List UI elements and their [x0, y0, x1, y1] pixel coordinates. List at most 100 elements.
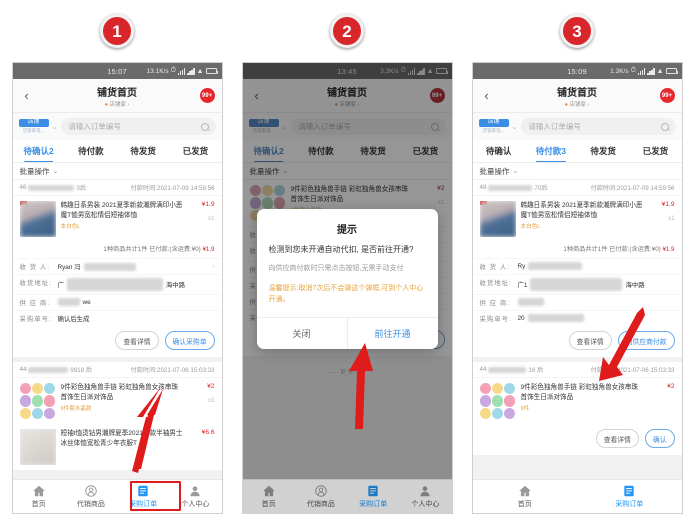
signal-bars-icon	[178, 67, 186, 75]
order-number-prefix: 46	[19, 184, 27, 191]
product-qty: x1	[208, 398, 215, 404]
product-price: ¥1.9	[201, 201, 215, 208]
order-summary-amount: ¥1.9	[202, 246, 215, 253]
order-summary: 1种商品共计1件 已付款:(含运费:¥0) ¥1.9	[473, 242, 682, 258]
order-card: 48 70后 付款时间:2021-07-09 14:59:56 韩趣日系男装 2	[472, 180, 682, 357]
nav-subtitle: ● 店铺家 ›	[564, 101, 590, 108]
tabbar-item-goods[interactable]: 代销商品	[65, 480, 117, 513]
order-card-header: 46 3后 付款时间:2021-07-09 14:59:56	[12, 180, 222, 196]
order-list[interactable]: 48 70后 付款时间:2021-07-09 14:59:56 韩趣日系男装 2	[472, 180, 682, 481]
confirm-purchase-button[interactable]: 确认采购单	[164, 331, 215, 350]
dialog-close-button[interactable]: 关闭	[257, 318, 347, 349]
search-input[interactable]: 请输入订单编号	[61, 118, 216, 135]
view-detail-button[interactable]: 查看详情	[568, 331, 612, 350]
order-summary-amount: ¥1.9	[662, 246, 675, 253]
shop-chip-label: 店铺	[478, 118, 509, 128]
search-input[interactable]: 请输入订单编号	[521, 118, 676, 135]
shop-chip-sub: 店管家电...	[22, 128, 45, 134]
auto-deduct-dialog: 提示 检测到您未开通自动代扣, 是否前往开通? 向供应商付款时只需点击按钮,无需…	[256, 209, 438, 349]
order-number-suffix: 3后	[76, 185, 87, 192]
chevron-down-icon[interactable]: ⌄	[52, 123, 58, 131]
order-item[interactable]: 短袖t恤烫钻男潮牌夏季2021新款半袖男士冰丝体恤宽松青少年衣服T ¥6.6	[13, 424, 222, 470]
page-title: 铺货首页	[557, 87, 597, 99]
purchase-no-prefix: 20	[517, 314, 525, 322]
product-thumbnail	[479, 383, 516, 419]
product-thumbnail	[19, 429, 56, 465]
purchase-no-label: 采购单号:	[479, 316, 512, 323]
masked-order-number	[488, 366, 527, 373]
order-number-suffix: 70后	[534, 185, 548, 192]
order-item-price-col: ¥2 x1	[189, 383, 215, 419]
order-item-info: 韩趣日系男装 2021夏季新款潮牌满印小恶魔T恤男宽松情侣短袖体恤 本白色L	[521, 201, 644, 237]
order-item-price-col: ¥2	[649, 383, 674, 419]
status-icons: 1.3K/s ⏱ ▲	[610, 67, 678, 75]
tab-shipped[interactable]: 已发货	[169, 140, 221, 162]
order-item[interactable]: 韩趣日系男装 2021夏季新款潮牌满印小恶魔T恤男宽松情侣短袖体恤 本白色L ¥…	[13, 196, 222, 242]
dialog-go-activate-button[interactable]: 前往开通	[346, 317, 438, 349]
purchase-no-row: 采购单号: 20	[472, 310, 682, 326]
shop-selector[interactable]: 店铺 店管家电...	[18, 118, 49, 135]
nav-subtitle: ● 店铺家 ›	[104, 101, 130, 108]
masked-order-number	[488, 184, 533, 191]
chevron-down-icon: ⌄	[512, 168, 519, 175]
tab-pending-confirm[interactable]: 待确认2	[13, 140, 65, 162]
supplier-value	[517, 298, 675, 306]
batch-operation-row[interactable]: 批量操作 ⌄	[12, 163, 222, 180]
product-image	[479, 383, 516, 419]
phone-screen-3: 15:09 1.3K/s ⏱ ▲ ‹ 铺货首页 ● 店铺家 › 99+ 店铺 店…	[471, 62, 683, 514]
address-row: 收货地址: 广 海中路	[12, 274, 222, 294]
order-list[interactable]: 46 3后 付款时间:2021-07-09 14:59:56 韩趣日系男装 20	[12, 180, 222, 481]
masked-receiver	[83, 262, 136, 271]
tab-shipped[interactable]: 已发货	[629, 140, 681, 162]
order-card-header: 44 16 后 付款时间:2021-07-06 15:03:33	[472, 362, 682, 378]
tab-pending-payment[interactable]: 待付款	[65, 140, 117, 162]
tabbar-label-goods: 代销商品	[76, 501, 105, 509]
nav-subtitle-text: 店铺家	[569, 101, 586, 108]
tab-pending-ship[interactable]: 待发货	[117, 140, 169, 162]
tab-pending-payment[interactable]: 待付款3	[525, 140, 577, 162]
order-number-suffix: 9918 后	[70, 367, 93, 374]
chevron-down-icon[interactable]: ⌄	[512, 123, 518, 131]
tabbar-label-home: 首页	[517, 501, 532, 509]
supplier-name: we	[82, 298, 91, 306]
notification-badge[interactable]: 99+	[199, 88, 215, 103]
order-number-prefix: 44	[479, 366, 487, 373]
receiver-row: 收 货 人: Ryan 冯 ›	[12, 258, 222, 274]
address-row: 收货地址: 广1 海中路	[472, 274, 682, 294]
shop-selector[interactable]: 店铺 店管家电...	[478, 118, 509, 135]
receiver-label: 收 货 人:	[19, 264, 50, 271]
address-value: 广 海中路	[58, 278, 215, 291]
pay-supplier-button[interactable]: 向供应商付款	[617, 331, 675, 350]
product-thumbnail	[19, 383, 56, 419]
product-image	[479, 201, 516, 237]
tabbar-item-home[interactable]: 首页	[473, 480, 578, 513]
network-speed: 13.1K/s	[146, 67, 169, 75]
confirm-button[interactable]: 确认	[644, 429, 675, 448]
product-spec: 本白色L	[60, 224, 81, 230]
tab-pending-confirm[interactable]: 待确认	[473, 140, 525, 162]
tabbar-label-home: 首页	[31, 501, 46, 509]
tabbar-item-home[interactable]: 首页	[13, 480, 65, 513]
order-number: 44 16 后	[480, 365, 544, 374]
order-item[interactable]: 9件彩色独角兽手链 彩虹独角兽女孩串珠首饰生日派对饰品 9件 ¥2	[473, 378, 682, 424]
purchase-no-label: 采购单号:	[19, 316, 52, 323]
order-item[interactable]: 9件彩色独角兽手链 彩虹独角兽女孩串珠首饰生日派对饰品 9件套水晶款 ¥2 x1	[13, 378, 222, 424]
order-item-price-col: ¥6.6	[189, 429, 215, 465]
order-item[interactable]: 韩趣日系男装 2021夏季新款潮牌满印小恶魔T恤男宽松情侣短袖体恤 本白色L ¥…	[473, 196, 682, 242]
masked-order-number	[28, 366, 69, 373]
order-item-price-col: ¥1.9 x1	[649, 201, 675, 237]
product-spec: 9件套水晶款	[60, 406, 92, 412]
tab-pending-ship[interactable]: 待发货	[577, 140, 629, 162]
dialog-warning: 温馨提示:取消7次后不会弹这个弹框,可到个人中心开通。	[268, 284, 424, 303]
tabbar-item-orders[interactable]: 采购订单	[577, 480, 682, 513]
view-detail-button[interactable]: 查看详情	[115, 331, 159, 350]
wifi-icon: ▲	[196, 67, 204, 75]
masked-address	[66, 278, 163, 291]
order-number-suffix: 16 后	[528, 367, 544, 374]
view-detail-button[interactable]: 查看详情	[595, 429, 639, 448]
signal-bars-icon-2	[187, 67, 195, 75]
notification-badge[interactable]: 99+	[659, 88, 675, 103]
dialog-question: 检测到您未开通自动代扣, 是否前往开通?	[268, 245, 414, 254]
batch-operation-row[interactable]: 批量操作 ⌄	[472, 163, 682, 180]
address-label: 收货地址:	[19, 280, 52, 287]
